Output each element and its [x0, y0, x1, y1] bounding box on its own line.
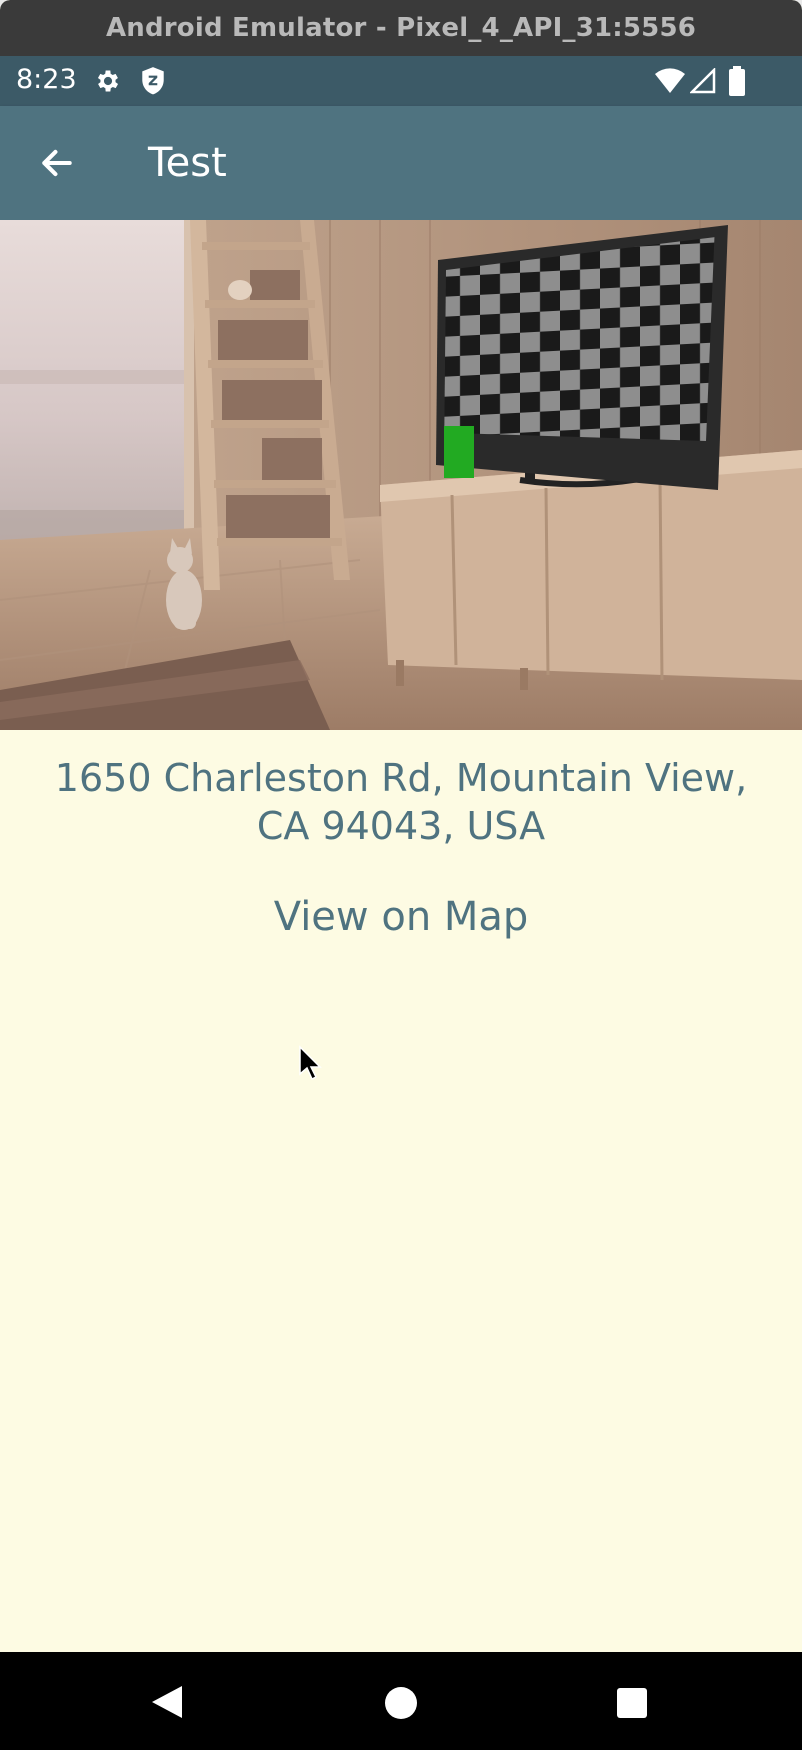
- emulator-window: Android Emulator - Pixel_4_API_31:5556 8…: [0, 0, 802, 1750]
- signal-icon: [690, 68, 716, 94]
- battery-icon: [729, 66, 745, 96]
- view-on-map-link[interactable]: View on Map: [0, 894, 802, 940]
- window-title: Android Emulator - Pixel_4_API_31:5556: [105, 13, 697, 43]
- room-illustration: [0, 220, 802, 730]
- gear-icon: [97, 70, 119, 92]
- home-circle-icon[interactable]: [384, 1686, 418, 1720]
- content-area: 1650 Charleston Rd, Mountain View, CA 94…: [0, 730, 802, 940]
- system-nav-bar: [0, 1652, 802, 1750]
- window-titlebar: Android Emulator - Pixel_4_API_31:5556: [0, 0, 802, 56]
- wifi-icon: [655, 68, 685, 93]
- status-time: 8:23: [16, 64, 77, 95]
- recents-square-icon[interactable]: [616, 1687, 648, 1719]
- app-bar-title: Test: [148, 140, 227, 186]
- arrow-left-icon[interactable]: [38, 144, 76, 182]
- address-text: 1650 Charleston Rd, Mountain View, CA 94…: [54, 756, 748, 848]
- mouse-pointer-icon: [299, 1045, 322, 1081]
- room-photo: [0, 220, 802, 730]
- status-bar: 8:23: [0, 56, 802, 106]
- back-triangle-icon[interactable]: [150, 1684, 184, 1720]
- shield-icon: [142, 67, 164, 95]
- app-bar: Test: [0, 106, 802, 220]
